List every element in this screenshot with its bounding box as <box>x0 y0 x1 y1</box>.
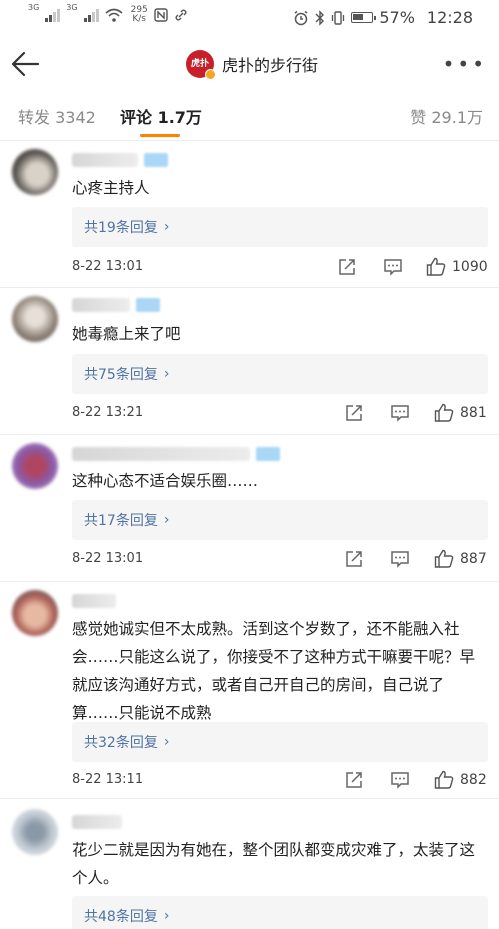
chevron-right-icon: › <box>163 734 170 750</box>
like-count: 1090 <box>452 258 488 275</box>
replies-count: 共75条回复 <box>84 367 158 383</box>
username[interactable] <box>72 447 250 461</box>
tab-reposts[interactable]: 转发 3342 <box>18 104 96 128</box>
comment-text: 感觉她诚实但不太成熟。活到这个岁数了，还不能融入社会……只能这么说了，你接受不了… <box>72 620 476 722</box>
app-header: 虎扑 虎扑的步行街 ••• <box>0 38 499 90</box>
thumbs-up-icon <box>434 549 454 568</box>
tab-bar: 转发 3342 评论 1.7万 赞 29.1万 <box>0 94 499 140</box>
member-badge-icon <box>144 153 168 167</box>
avatar[interactable] <box>12 809 58 855</box>
page-title: 虎扑的步行街 <box>222 56 319 75</box>
comment-text: 心疼主持人 <box>72 179 150 197</box>
thumbs-up-icon <box>434 403 454 422</box>
replies-link[interactable]: 共75条回复 › <box>72 354 488 394</box>
comment-item: 感觉她诚实但不太成熟。活到这个岁数了，还不能融入社会……只能这么说了，你接受不了… <box>0 582 499 798</box>
clock: 12:28 <box>426 8 473 27</box>
account-title[interactable]: 虎扑 虎扑的步行街 <box>186 50 319 80</box>
like-button[interactable]: 887 <box>434 549 487 568</box>
tab-likes[interactable]: 赞 29.1万 <box>410 104 483 128</box>
comment-time: 8-22 13:21 <box>72 405 144 420</box>
username[interactable] <box>72 153 138 167</box>
tab-comments[interactable]: 评论 1.7万 <box>120 104 202 128</box>
comment-item: 这种心态不适合娱乐圈…… 共17条回复 › 8-22 13:01 887 <box>0 435 499 581</box>
chevron-right-icon: › <box>163 366 170 382</box>
battery-icon <box>351 12 377 23</box>
username[interactable] <box>72 594 116 608</box>
back-arrow-icon[interactable] <box>10 50 42 78</box>
logo-text: 虎扑 <box>190 59 209 69</box>
repost-icon[interactable] <box>345 550 363 568</box>
comment-text: 她毒瘾上来了吧 <box>72 325 181 343</box>
comment-icon[interactable] <box>383 258 403 276</box>
replies-link[interactable]: 共48条回复 › <box>72 896 488 929</box>
status-bar: 3G 3G 295 K/s 57% 12:28 <box>0 0 499 38</box>
comment-item: 心疼主持人 共19条回复 › 8-22 13:01 1090 <box>0 141 499 287</box>
comment-text: 花少二就是因为有她在，整个团队都变成灾难了，太装了这个人。 <box>72 841 476 887</box>
repost-icon[interactable] <box>338 258 356 276</box>
repost-icon[interactable] <box>345 404 363 422</box>
thumbs-up-icon <box>426 257 446 276</box>
account-avatar[interactable]: 虎扑 <box>186 50 216 80</box>
wifi-icon <box>105 8 123 22</box>
more-options-icon[interactable]: ••• <box>443 52 487 76</box>
tab-indicator <box>140 134 180 137</box>
nfc-icon <box>154 8 168 22</box>
bluetooth-icon <box>315 9 325 26</box>
avatar[interactable] <box>12 443 58 489</box>
like-count: 881 <box>460 404 487 421</box>
comment-icon[interactable] <box>390 550 410 568</box>
comment-icon[interactable] <box>390 404 410 422</box>
comment-text: 这种心态不适合娱乐圈…… <box>72 472 259 490</box>
member-badge-icon <box>256 447 280 461</box>
username[interactable] <box>72 298 130 312</box>
member-badge-icon <box>136 298 160 312</box>
network-type-2: 3G <box>66 3 78 12</box>
link-icon <box>175 9 187 21</box>
username[interactable] <box>72 815 122 829</box>
repost-icon[interactable] <box>345 771 363 789</box>
comment-item: 她毒瘾上来了吧 共75条回复 › 8-22 13:21 881 <box>0 288 499 434</box>
like-button[interactable]: 881 <box>434 403 487 422</box>
replies-link[interactable]: 共19条回复 › <box>72 207 488 247</box>
comment-time: 8-22 13:11 <box>72 772 144 787</box>
replies-link[interactable]: 共32条回复 › <box>72 722 488 762</box>
replies-count: 共48条回复 <box>84 909 158 925</box>
replies-count: 共17条回复 <box>84 513 158 529</box>
signal-icon <box>45 8 61 22</box>
like-button[interactable]: 882 <box>434 770 487 789</box>
comment-time: 8-22 13:01 <box>72 551 144 566</box>
avatar[interactable] <box>12 296 58 342</box>
thumbs-up-icon <box>434 770 454 789</box>
like-button[interactable]: 1090 <box>426 257 488 276</box>
signal-icon <box>83 8 99 22</box>
chevron-right-icon: › <box>163 512 170 528</box>
replies-link[interactable]: 共17条回复 › <box>72 500 488 540</box>
like-count: 882 <box>460 771 487 788</box>
chevron-right-icon: › <box>163 219 170 235</box>
vibrate-icon <box>332 10 345 25</box>
chevron-right-icon: › <box>163 908 170 924</box>
replies-count: 共32条回复 <box>84 735 158 751</box>
alarm-icon <box>294 10 308 25</box>
verified-badge-icon <box>205 69 216 80</box>
comment-icon[interactable] <box>390 771 410 789</box>
avatar[interactable] <box>12 590 58 636</box>
speed-unit: K/s <box>132 14 146 24</box>
network-type-1: 3G <box>28 3 40 12</box>
replies-count: 共19条回复 <box>84 220 158 236</box>
comment-item: 花少二就是因为有她在，整个团队都变成灾难了，太装了这个人。 共48条回复 › <box>0 799 499 929</box>
like-count: 887 <box>460 550 487 567</box>
network-speed: 295 K/s <box>131 6 148 24</box>
battery-level: 57% <box>379 8 415 27</box>
comment-time: 8-22 13:01 <box>72 259 144 274</box>
avatar[interactable] <box>12 149 58 195</box>
